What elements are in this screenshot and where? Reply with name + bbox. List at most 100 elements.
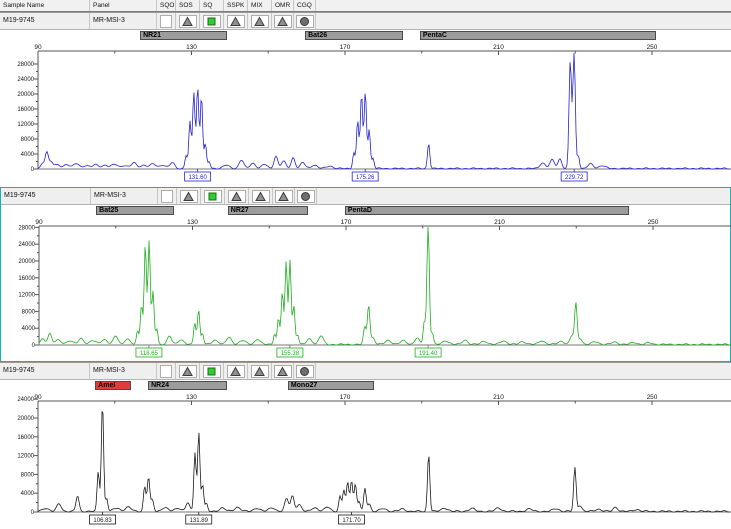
flag-cell-sqo[interactable] (157, 363, 176, 379)
flag-box-sspk[interactable] (228, 190, 246, 203)
flag-box-omr[interactable] (275, 190, 293, 203)
trace-plot[interactable]: 9013017021025004000800012000160002000024… (0, 391, 731, 529)
peak-size-label: 171.70 (342, 518, 361, 524)
triangle-icon (230, 366, 241, 377)
marker-bar-nr24: NR24 (148, 381, 227, 390)
y-tick-label: 4000 (21, 491, 35, 497)
flag-box-sos[interactable] (179, 365, 197, 378)
flag-cell-sq[interactable] (200, 363, 224, 379)
flag-square-shape (209, 193, 216, 200)
flag-box-sos[interactable] (179, 15, 197, 28)
sample-row[interactable]: M19-9745MR-MSI-3 (0, 363, 731, 380)
flag-box-sspk[interactable] (227, 15, 245, 28)
y-tick-label: 8000 (21, 472, 35, 478)
sample-name[interactable]: M19-9745 (1, 188, 91, 204)
flag-box-mix[interactable] (251, 15, 269, 28)
flag-cell-cgq[interactable] (295, 188, 317, 204)
x-tick-label: 210 (494, 219, 505, 226)
peak-size-label: 229.72 (565, 175, 584, 181)
flag-box-cgq[interactable] (296, 15, 314, 28)
x-tick-label: 90 (35, 219, 43, 226)
column-header-mix: MIX (248, 0, 272, 11)
x-tick-label: 130 (186, 44, 197, 51)
sample-row[interactable]: M19-9745MR-MSI-3 (1, 188, 730, 205)
flag-cell-sqo[interactable] (157, 13, 176, 29)
flag-triangle-shape (278, 367, 287, 375)
sample-row[interactable]: M19-9745MR-MSI-3 (0, 13, 731, 30)
flag-triangle-shape (255, 367, 264, 375)
sample-row-filler (317, 188, 730, 204)
flag-circle-shape (301, 17, 309, 25)
flag-cell-sq[interactable] (201, 188, 225, 204)
flag-cell-mix[interactable] (248, 363, 272, 379)
flag-box-mix[interactable] (252, 190, 270, 203)
y-tick-label: 24000 (18, 242, 35, 248)
sample-row-filler (316, 13, 731, 29)
x-tick-label: 170 (340, 394, 351, 401)
flag-box-sqo[interactable] (160, 15, 172, 28)
flag-cell-sqo[interactable] (158, 188, 177, 204)
circle-icon (299, 366, 310, 377)
flag-triangle-shape (255, 17, 264, 25)
marker-bar-nr21: NR21 (140, 31, 227, 40)
marker-bar-bat26: Bat26 (305, 31, 403, 40)
flag-box-omr[interactable] (274, 15, 292, 28)
sample-name[interactable]: M19-9745 (0, 363, 90, 379)
flag-box-sq[interactable] (204, 190, 222, 203)
y-tick-label: 12000 (17, 454, 34, 460)
flag-cell-sspk[interactable] (224, 363, 248, 379)
panel-name: MR-MSI-3 (90, 13, 157, 29)
circle-icon (299, 16, 310, 27)
column-header-sspk: SSPK (224, 0, 248, 11)
flag-box-sq[interactable] (203, 365, 221, 378)
flag-box-sq[interactable] (203, 15, 221, 28)
y-tick-label: 16000 (17, 107, 34, 113)
flag-box-cgq[interactable] (297, 190, 315, 203)
column-header-omr: OMR (272, 0, 294, 11)
flag-cell-omr[interactable] (272, 363, 294, 379)
sample-name[interactable]: M19-9745 (0, 13, 90, 29)
triangle-icon (183, 191, 194, 202)
flag-cell-sos[interactable] (176, 363, 200, 379)
trace-plot[interactable]: 9013017021025004000800012000160002000024… (0, 41, 731, 187)
marker-bar-amel: Amel (95, 381, 131, 390)
panel-name: MR-MSI-3 (91, 188, 158, 204)
flag-box-sqo[interactable] (161, 190, 173, 203)
flag-cell-sspk[interactable] (224, 13, 248, 29)
flag-box-cgq[interactable] (296, 365, 314, 378)
flag-cell-omr[interactable] (273, 188, 295, 204)
flag-box-mix[interactable] (251, 365, 269, 378)
y-tick-label: 0 (31, 167, 35, 173)
marker-bar-bat25: Bat25 (96, 206, 174, 215)
x-tick-label: 250 (647, 394, 658, 401)
y-tick-label: 16000 (18, 276, 35, 282)
x-tick-label: 90 (34, 394, 42, 401)
sample-row-filler (316, 363, 731, 379)
flag-cell-sq[interactable] (200, 13, 224, 29)
marker-strip: Bat25NR27PentaD (1, 205, 730, 216)
flag-cell-sos[interactable] (177, 188, 201, 204)
circle-icon (300, 191, 311, 202)
flag-box-omr[interactable] (274, 365, 292, 378)
y-tick-label: 24000 (17, 397, 34, 403)
peak-size-label: 131.89 (190, 518, 209, 524)
flag-cell-omr[interactable] (272, 13, 294, 29)
flag-cell-mix[interactable] (248, 13, 272, 29)
flag-cell-cgq[interactable] (294, 363, 316, 379)
triangle-icon (182, 366, 193, 377)
flag-cell-cgq[interactable] (294, 13, 316, 29)
flag-cell-sos[interactable] (176, 13, 200, 29)
flag-cell-mix[interactable] (249, 188, 273, 204)
flag-square-shape (208, 18, 215, 25)
flag-box-sos[interactable] (180, 190, 198, 203)
triangle-icon (277, 16, 288, 27)
flag-box-sqo[interactable] (160, 365, 172, 378)
y-tick-label: 28000 (18, 225, 35, 231)
flag-triangle-shape (183, 367, 192, 375)
x-tick-label: 210 (493, 44, 504, 51)
flag-triangle-shape (183, 17, 192, 25)
flag-cell-sspk[interactable] (225, 188, 249, 204)
flag-box-sspk[interactable] (227, 365, 245, 378)
panel-name: MR-MSI-3 (90, 363, 157, 379)
trace-plot[interactable]: 9013017021025004000800012000160002000024… (1, 216, 731, 361)
